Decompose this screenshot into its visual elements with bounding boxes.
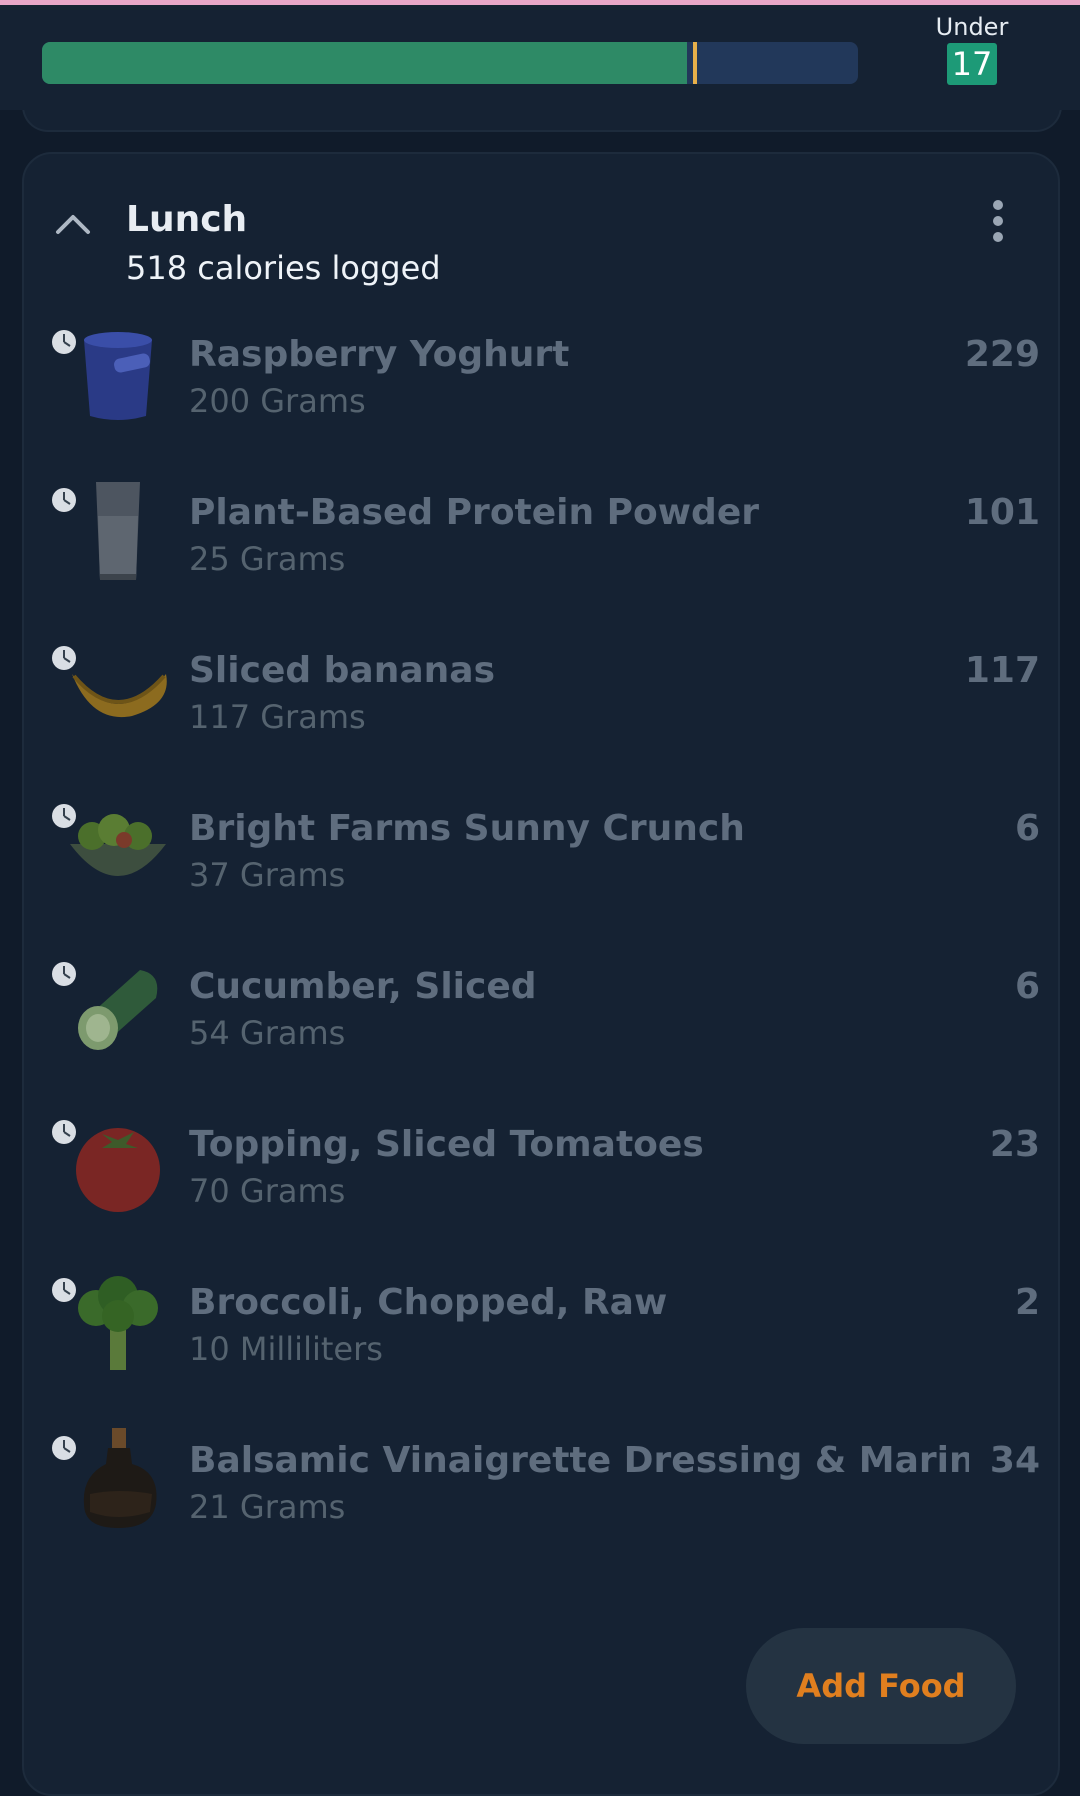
food-quantity: 117 Grams bbox=[189, 698, 366, 736]
clock-icon bbox=[52, 962, 76, 986]
food-name: Sliced bananas bbox=[189, 650, 495, 691]
food-row[interactable]: Plant-Based Protein Powder 25 Grams 101 bbox=[40, 476, 1040, 606]
calorie-budget-header: Under 17 bbox=[0, 5, 1080, 110]
calorie-progress-fill bbox=[42, 42, 687, 84]
clock-icon bbox=[52, 646, 76, 670]
food-quantity: 21 Grams bbox=[189, 1488, 346, 1526]
meal-title[interactable]: Lunch bbox=[126, 199, 247, 240]
food-quantity: 54 Grams bbox=[189, 1014, 346, 1052]
salad-bowl-icon bbox=[70, 814, 166, 876]
food-calories: 2 bbox=[1014, 1282, 1040, 1323]
food-calories: 229 bbox=[964, 334, 1040, 375]
food-quantity: 37 Grams bbox=[189, 856, 346, 894]
food-quantity: 10 Milliliters bbox=[189, 1330, 383, 1368]
food-quantity: 25 Grams bbox=[189, 540, 346, 578]
food-name: Plant-Based Protein Powder bbox=[189, 492, 759, 533]
add-food-button[interactable]: Add Food bbox=[746, 1628, 1016, 1744]
calorie-goal-marker bbox=[692, 42, 697, 84]
food-name: Broccoli, Chopped, Raw bbox=[189, 1282, 668, 1323]
food-row[interactable]: Balsamic Vinaigrette Dressing & Marinad.… bbox=[40, 1424, 1040, 1554]
protein-shake-glass-icon bbox=[96, 482, 140, 580]
food-row[interactable]: Topping, Sliced Tomatoes 70 Grams 23 bbox=[40, 1108, 1040, 1238]
yoghurt-cup-icon bbox=[84, 332, 152, 420]
clock-icon bbox=[52, 330, 76, 354]
food-name: Balsamic Vinaigrette Dressing & Marinad.… bbox=[189, 1440, 969, 1481]
meal-calories-logged: 518 calories logged bbox=[126, 249, 441, 287]
clock-icon bbox=[52, 804, 76, 828]
clock-icon bbox=[52, 1278, 76, 1302]
chevron-up-icon[interactable] bbox=[54, 208, 92, 238]
under-value-badge: 17 bbox=[947, 43, 997, 85]
food-row[interactable]: Bright Farms Sunny Crunch 37 Grams 6 bbox=[40, 792, 1040, 922]
food-name: Raspberry Yoghurt bbox=[189, 334, 570, 375]
food-calories: 117 bbox=[964, 650, 1040, 691]
food-quantity: 70 Grams bbox=[189, 1172, 346, 1210]
under-label: Under bbox=[935, 13, 1009, 41]
food-calories: 101 bbox=[964, 492, 1040, 533]
calorie-progress-bar bbox=[42, 42, 858, 84]
clock-icon bbox=[52, 1436, 76, 1460]
food-row[interactable]: Broccoli, Chopped, Raw 10 Milliliters 2 bbox=[40, 1266, 1040, 1396]
broccoli-icon bbox=[78, 1276, 158, 1370]
food-name: Topping, Sliced Tomatoes bbox=[189, 1124, 704, 1165]
food-calories: 6 bbox=[1014, 808, 1040, 849]
vinegar-bottle-icon bbox=[83, 1428, 157, 1528]
food-row[interactable]: Sliced bananas 117 Grams 117 bbox=[40, 634, 1040, 764]
banana-icon bbox=[72, 674, 167, 718]
food-calories: 34 bbox=[989, 1440, 1040, 1481]
more-vertical-icon[interactable] bbox=[986, 200, 1010, 252]
food-calories: 6 bbox=[1014, 966, 1040, 1007]
food-name: Bright Farms Sunny Crunch bbox=[189, 808, 745, 849]
cucumber-icon bbox=[78, 970, 158, 1050]
tomato-icon bbox=[76, 1128, 160, 1212]
food-calories: 23 bbox=[989, 1124, 1040, 1165]
food-row[interactable]: Cucumber, Sliced 54 Grams 6 bbox=[40, 950, 1040, 1080]
clock-icon bbox=[52, 488, 76, 512]
food-quantity: 200 Grams bbox=[189, 382, 366, 420]
clock-icon bbox=[52, 1120, 76, 1144]
food-name: Cucumber, Sliced bbox=[189, 966, 537, 1007]
food-row[interactable]: Raspberry Yoghurt 200 Grams 229 bbox=[40, 318, 1040, 448]
